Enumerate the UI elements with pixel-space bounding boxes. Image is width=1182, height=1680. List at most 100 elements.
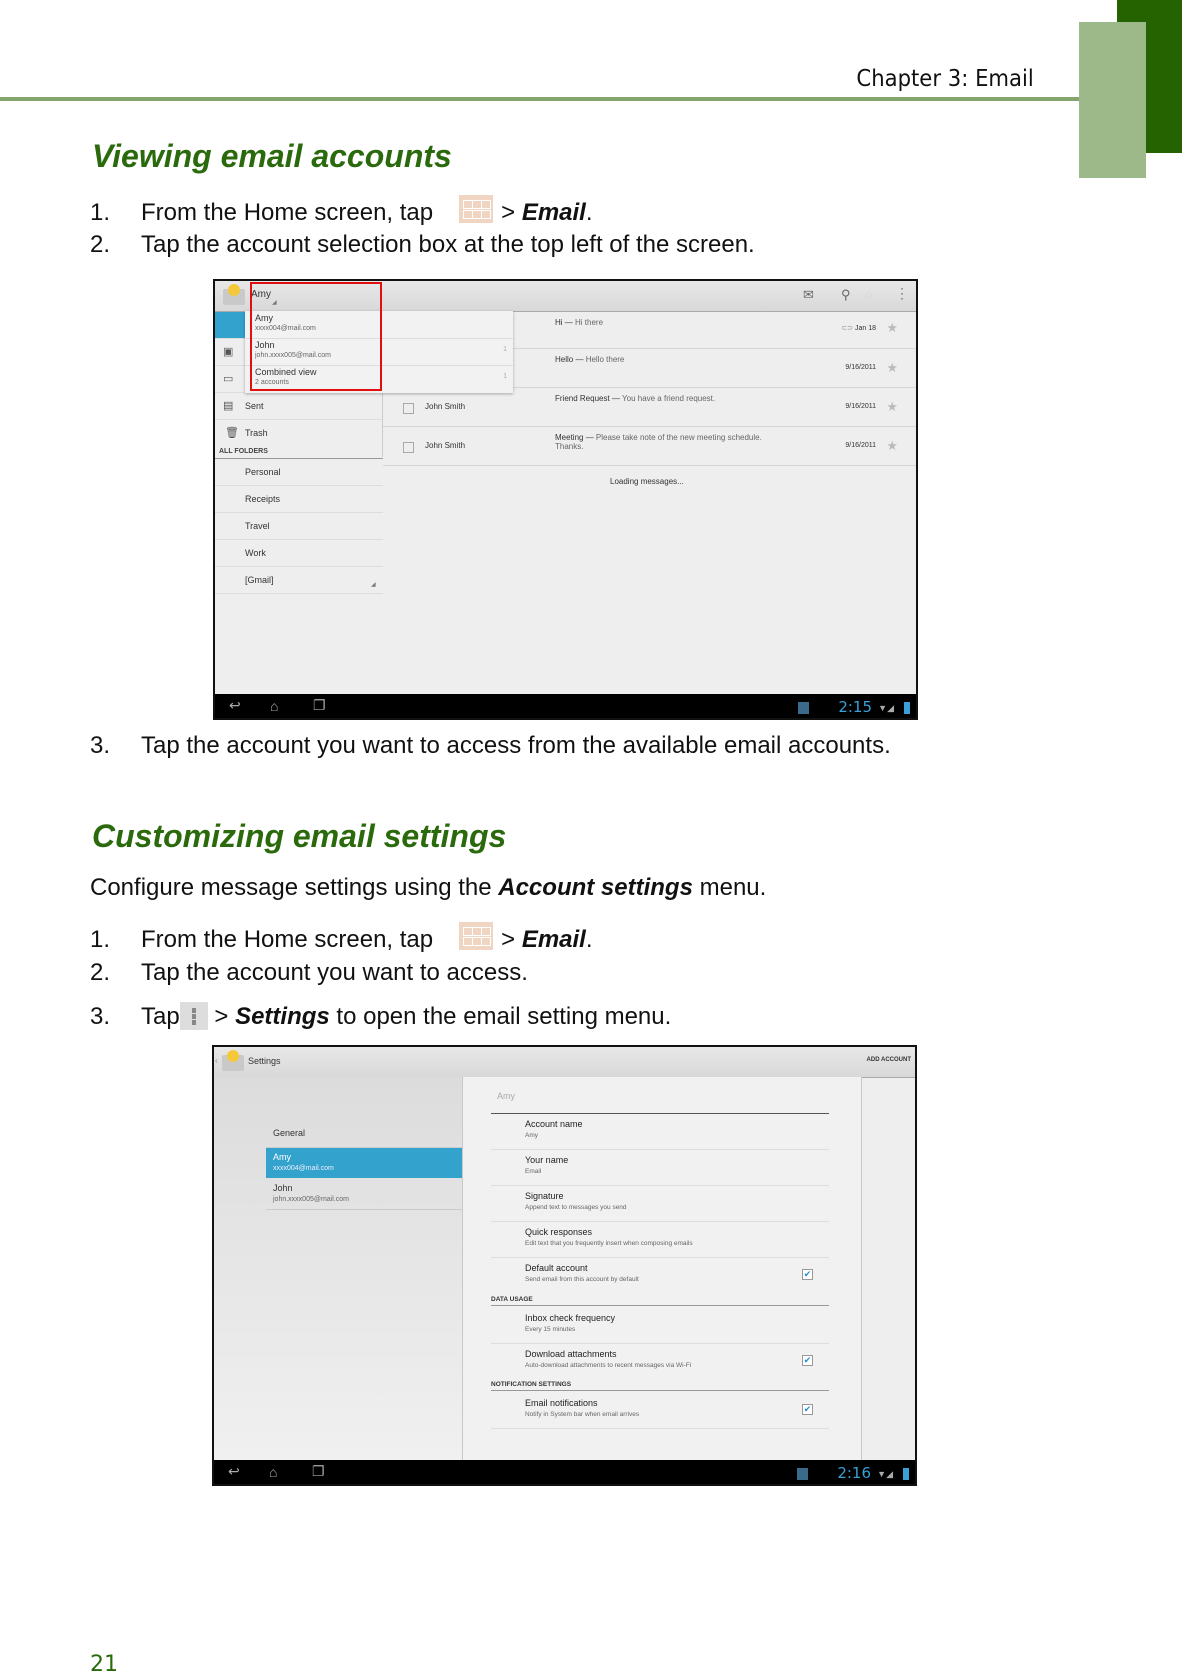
setting-summary: Auto-download attachments to recent mess… xyxy=(525,1362,692,1369)
intro-paragraph: Configure message settings using the Acc… xyxy=(90,874,766,902)
arrow: > xyxy=(214,1003,229,1030)
folder-label: Travel xyxy=(245,521,270,531)
system-nav-bar: ↩ ⌂ ❐ 2:16 ▼◢ xyxy=(214,1460,915,1484)
settings-account-amy[interactable]: Amy xxxx004@mail.com xyxy=(266,1148,462,1178)
system-nav-bar: ↩ ⌂ ❐ 2:15 ▼◢ xyxy=(215,694,916,718)
setting-summary: Notify in System bar when email arrives xyxy=(525,1411,640,1418)
setting-default-account[interactable]: Default account Send email from this acco… xyxy=(491,1258,829,1293)
message-checkbox[interactable] xyxy=(403,442,414,453)
folder-gmail[interactable]: [Gmail] ◢ xyxy=(215,567,383,594)
setting-title: Account name xyxy=(525,1119,583,1129)
folder-work[interactable]: Work xyxy=(215,540,383,567)
message-checkbox[interactable] xyxy=(403,403,414,414)
apps-grid-icon xyxy=(459,922,494,950)
setting-account-name[interactable]: Account name Amy xyxy=(491,1114,829,1150)
folder-personal[interactable]: Personal xyxy=(215,459,383,486)
compose-icon[interactable]: ✉ xyxy=(803,287,814,303)
step-1b: 1. From the Home screen, tap > Email. xyxy=(90,922,593,954)
outbox-icon: ▭ xyxy=(223,373,234,385)
home-icon[interactable]: ⌂ xyxy=(270,698,278,714)
setting-summary: Email xyxy=(525,1168,542,1175)
folder-label: Personal xyxy=(245,467,281,477)
folder-travel[interactable]: Travel xyxy=(215,513,383,540)
action-bar: ‹ Settings ADD ACCOUNT xyxy=(214,1047,915,1078)
message-date: 9/16/2011 xyxy=(845,403,876,410)
setting-your-name[interactable]: Your name Email xyxy=(491,1150,829,1186)
setting-quick-responses[interactable]: Quick responses Edit text that you freque… xyxy=(491,1222,829,1258)
add-account-button[interactable]: ADD ACCOUNT xyxy=(867,1057,911,1063)
step-3: 3. Tap the account you want to access fro… xyxy=(90,732,891,760)
refresh-icon[interactable]: ◌ xyxy=(865,287,873,302)
star-icon[interactable]: ★ xyxy=(886,320,898,336)
header-rule xyxy=(0,97,1079,101)
home-icon[interactable]: ⌂ xyxy=(269,1464,277,1480)
step-number: 1. xyxy=(90,926,111,953)
search-icon[interactable]: ⚲ xyxy=(841,287,851,303)
step-text: Tap the account you want to access from … xyxy=(141,732,891,759)
settings-label: Settings xyxy=(235,1003,330,1030)
step-3b: 3. Tap > Settings to open the email setti… xyxy=(90,1002,671,1031)
email-notifications-checkbox[interactable]: ✔ xyxy=(802,1404,813,1415)
download-attachments-checkbox[interactable]: ✔ xyxy=(802,1355,813,1366)
item-label: John xyxy=(273,1183,293,1193)
data-usage-header: DATA USAGE xyxy=(491,1296,829,1306)
default-account-checkbox[interactable]: ✔ xyxy=(802,1269,813,1280)
item-label: General xyxy=(273,1128,306,1138)
step-text: Tap the account you want to access. xyxy=(141,959,528,986)
highlight-box xyxy=(250,282,382,391)
loading-indicator: Loading messages... xyxy=(610,477,684,486)
battery-icon xyxy=(903,1468,909,1480)
folder-sent[interactable]: ▤ Sent xyxy=(215,393,383,420)
step-number: 3. xyxy=(90,732,111,759)
intro-text: menu. xyxy=(699,874,767,901)
message-row[interactable]: John Smith Meeting — Please take note of… xyxy=(383,427,916,466)
pane-title: Amy xyxy=(497,1091,515,1101)
message-subject: Hello — Hello there xyxy=(555,355,625,364)
email-label: Email xyxy=(521,926,586,953)
notification-icon xyxy=(798,702,809,714)
resize-handle-icon[interactable]: ◢ xyxy=(371,581,376,588)
setting-title: Your name xyxy=(525,1155,569,1165)
setting-inbox-check-frequency[interactable]: Inbox check frequency Every 15 minutes xyxy=(491,1308,829,1344)
setting-email-notifications[interactable]: Email notifications Notify in System bar … xyxy=(491,1393,829,1429)
page-number: 21 xyxy=(90,1652,118,1677)
back-icon[interactable]: ↩ xyxy=(228,1463,240,1480)
star-icon[interactable]: ★ xyxy=(886,399,898,415)
settings-account-john[interactable]: John john.xxxx005@mail.com xyxy=(266,1179,462,1210)
item-detail: xxxx004@mail.com xyxy=(273,1165,334,1172)
message-sender: John Smith xyxy=(425,402,466,411)
star-icon[interactable]: ★ xyxy=(886,360,898,376)
item-label: Amy xyxy=(273,1152,291,1162)
star-icon[interactable]: ★ xyxy=(886,438,898,454)
section-title-customizing: Customizing email settings xyxy=(92,818,507,854)
step-2: 2. Tap the account selection box at the t… xyxy=(90,231,755,259)
settings-general[interactable]: General xyxy=(266,1117,462,1148)
account-list-pane: General Amy xxxx004@mail.com John john.x… xyxy=(214,1077,462,1460)
overflow-menu-icon[interactable]: ⋮ xyxy=(895,285,909,302)
unread-count: 1 xyxy=(503,346,507,353)
email-label: Email xyxy=(521,199,586,226)
section-title-viewing: Viewing email accounts xyxy=(92,138,452,174)
recent-apps-icon[interactable]: ❐ xyxy=(313,697,326,714)
settings-screenshot: ‹ Settings ADD ACCOUNT General Amy xxxx0… xyxy=(212,1045,917,1486)
step-2b: 2. Tap the account you want to access. xyxy=(90,959,528,987)
setting-signature[interactable]: Signature Append text to messages you sen… xyxy=(491,1186,829,1222)
folder-receipts[interactable]: Receipts xyxy=(215,486,383,513)
setting-title: Email notifications xyxy=(525,1398,598,1408)
back-caret-icon[interactable]: ‹ xyxy=(215,1056,218,1065)
step-1: 1. From the Home screen, tap > Email. xyxy=(90,195,593,227)
wifi-signal-icon: ▼◢ xyxy=(877,1469,893,1479)
message-row[interactable]: John Smith Friend Request — You have a f… xyxy=(383,388,916,427)
setting-download-attachments[interactable]: Download attachments Auto-download attach… xyxy=(491,1344,829,1379)
arrow: > xyxy=(501,926,516,953)
recent-apps-icon[interactable]: ❐ xyxy=(312,1463,325,1480)
notification-settings-header: NOTIFICATION SETTINGS xyxy=(491,1381,829,1391)
setting-summary: Amy xyxy=(525,1132,538,1139)
back-icon[interactable]: ↩ xyxy=(229,697,241,714)
message-subject: Friend Request — You have a friend reque… xyxy=(555,394,716,403)
setting-summary: Every 15 minutes xyxy=(525,1326,576,1333)
folder-trash[interactable]: 🗑 Trash xyxy=(215,420,383,446)
punct: . xyxy=(585,926,593,953)
intro-text: Configure message settings using the xyxy=(90,874,492,901)
folder-label: Receipts xyxy=(245,494,281,504)
